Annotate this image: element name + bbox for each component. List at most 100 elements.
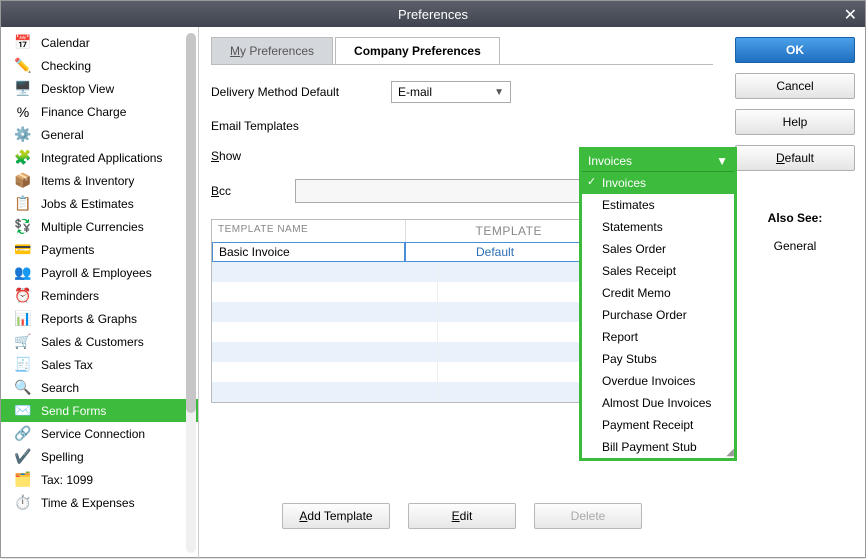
main-panel: My Preferences Company Preferences Deliv… [199, 27, 725, 559]
sidebar-item-label: Service Connection [41, 427, 145, 441]
sidebar-item-label: Integrated Applications [41, 151, 162, 165]
show-label: Show [211, 149, 391, 163]
dropdown-option[interactable]: Almost Due Invoices [582, 392, 734, 414]
add-template-button[interactable]: Add Template [282, 503, 390, 529]
delivery-method-label: Delivery Method Default [211, 85, 391, 99]
window-title: Preferences [398, 7, 468, 22]
col-template-name: TEMPLATE NAME [212, 220, 406, 242]
tab-bar: My Preferences Company Preferences [211, 37, 713, 65]
template-action-buttons: Add Template Edit Delete [211, 503, 713, 529]
sidebar-item-general[interactable]: ⚙️ General [1, 123, 198, 146]
clipboard-icon: 📋 [13, 194, 33, 214]
sidebar-item-service-connection[interactable]: 🔗 Service Connection [1, 422, 198, 445]
titlebar: Preferences ✕ [1, 1, 865, 27]
sidebar-item-sales-tax[interactable]: 🧾Sales Tax [1, 353, 198, 376]
sidebar-item-label: Finance Charge [41, 105, 126, 119]
sidebar-item-label: Reports & Graphs [41, 312, 137, 326]
dropdown-option[interactable]: Payment Receipt [582, 414, 734, 436]
dropdown-option[interactable]: Credit Memo [582, 282, 734, 304]
also-see: Also See: General [733, 211, 857, 253]
box-icon: 📦 [13, 171, 33, 191]
sidebar-item-desktop-view[interactable]: 🖥️ Desktop View [1, 77, 198, 100]
also-see-title: Also See: [733, 211, 857, 225]
sidebar-item-multiple-currencies[interactable]: 💱 Multiple Currencies [1, 215, 198, 238]
percent-icon: % [13, 102, 33, 122]
dropdown-option[interactable]: Bill Payment Stub [582, 436, 734, 458]
sidebar-item-label: General [41, 128, 84, 142]
sidebar-item-sales-customers[interactable]: 🛒Sales & Customers [1, 330, 198, 353]
sidebar-item-label: Sales Tax [41, 358, 93, 372]
sidebar-item-reminders[interactable]: ⏰Reminders [1, 284, 198, 307]
dropdown-option[interactable]: Invoices [582, 172, 734, 194]
gear-icon: ⚙️ [13, 125, 33, 145]
cell-template-name[interactable]: Basic Invoice [212, 242, 405, 262]
sidebar-item-jobs-estimates[interactable]: 📋 Jobs & Estimates [1, 192, 198, 215]
preferences-sidebar: 📅Calendar✏️Checking🖥️ Desktop View% Financ… [1, 27, 199, 559]
search-icon: 🔍 [13, 378, 33, 398]
sidebar-item-label: Jobs & Estimates [41, 197, 134, 211]
dropdown-selected[interactable]: Invoices ▼ [582, 150, 734, 172]
sidebar-item-label: Items & Inventory [41, 174, 134, 188]
dropdown-option[interactable]: Pay Stubs [582, 348, 734, 370]
sidebar-scroll-thumb[interactable] [186, 33, 196, 413]
resize-handle-icon[interactable]: ◢ [726, 447, 734, 458]
sidebar-item-checking[interactable]: ✏️Checking [1, 54, 198, 77]
calendar-icon: 📅 [13, 33, 33, 53]
sidebar-item-label: Desktop View [41, 82, 114, 96]
currency-icon: 💱 [13, 217, 33, 237]
cancel-button[interactable]: Cancel [735, 73, 855, 99]
email-templates-row: Email Templates [211, 119, 713, 133]
sidebar-item-label: Time & Expenses [41, 496, 135, 510]
sidebar-item-label: Sales & Customers [41, 335, 144, 349]
sidebar-item-finance-charge[interactable]: % Finance Charge [1, 100, 198, 123]
default-button[interactable]: Default [735, 145, 855, 171]
also-see-link[interactable]: General [733, 239, 857, 253]
sidebar-item-label: Tax: 1099 [41, 473, 93, 487]
sidebar-item-time-expenses[interactable]: ⏱️ Time & Expenses [1, 491, 198, 514]
show-dropdown[interactable]: Invoices ▼ InvoicesEstimatesStatementsSa… [579, 147, 737, 461]
chevron-down-icon: ▼ [494, 87, 504, 98]
sidebar-item-label: Send Forms [41, 404, 106, 418]
close-icon[interactable]: ✕ [844, 5, 857, 25]
help-button[interactable]: Help [735, 109, 855, 135]
sidebar-item-label: Spelling [41, 450, 84, 464]
sidebar-item-search[interactable]: 🔍 Search [1, 376, 198, 399]
dropdown-option[interactable]: Statements [582, 216, 734, 238]
sidebar-item-integrated-applications[interactable]: 🧩Integrated Applications [1, 146, 198, 169]
delivery-method-select[interactable]: E-mail ▼ [391, 81, 511, 103]
ok-button[interactable]: OK [735, 37, 855, 63]
content-area: 📅Calendar✏️Checking🖥️ Desktop View% Financ… [1, 27, 865, 559]
dropdown-list: InvoicesEstimatesStatementsSales OrderSa… [582, 172, 734, 458]
chart-icon: 📊 [13, 309, 33, 329]
pencil-icon: ✏️ [13, 56, 33, 76]
sidebar-item-calendar[interactable]: 📅Calendar [1, 31, 198, 54]
sidebar-scrollbar[interactable] [186, 33, 196, 553]
desktop-icon: 🖥️ [13, 79, 33, 99]
sidebar-item-reports-graphs[interactable]: 📊 Reports & Graphs [1, 307, 198, 330]
timer-icon: ⏱️ [13, 493, 33, 513]
dropdown-option[interactable]: Report [582, 326, 734, 348]
dropdown-option[interactable]: Estimates [582, 194, 734, 216]
sidebar-item-payroll-employees[interactable]: 👥Payroll & Employees [1, 261, 198, 284]
dropdown-option[interactable]: Purchase Order [582, 304, 734, 326]
email-templates-label: Email Templates [211, 119, 391, 133]
sidebar-item-label: Search [41, 381, 79, 395]
sidebar-item-tax-1099[interactable]: 🗂️ Tax: 1099 [1, 468, 198, 491]
edit-button[interactable]: Edit [408, 503, 516, 529]
sidebar-item-items-inventory[interactable]: 📦 Items & Inventory [1, 169, 198, 192]
dropdown-option[interactable]: Overdue Invoices [582, 370, 734, 392]
envelope-icon: ✉️ [13, 401, 33, 421]
dropdown-option[interactable]: Sales Order [582, 238, 734, 260]
people-icon: 👥 [13, 263, 33, 283]
form-icon: 🗂️ [13, 470, 33, 490]
tab-my-preferences[interactable]: My Preferences [211, 37, 333, 64]
bcc-label: Bcc [211, 184, 295, 198]
delete-button: Delete [534, 503, 642, 529]
sidebar-item-send-forms[interactable]: ✉️ Send Forms [1, 399, 198, 422]
tab-company-preferences[interactable]: Company Preferences [335, 37, 500, 64]
link-icon: 🔗 [13, 424, 33, 444]
sidebar-item-spelling[interactable]: ✔️Spelling [1, 445, 198, 468]
sidebar-item-payments[interactable]: 💳Payments [1, 238, 198, 261]
sidebar-item-label: Multiple Currencies [41, 220, 144, 234]
dropdown-option[interactable]: Sales Receipt [582, 260, 734, 282]
